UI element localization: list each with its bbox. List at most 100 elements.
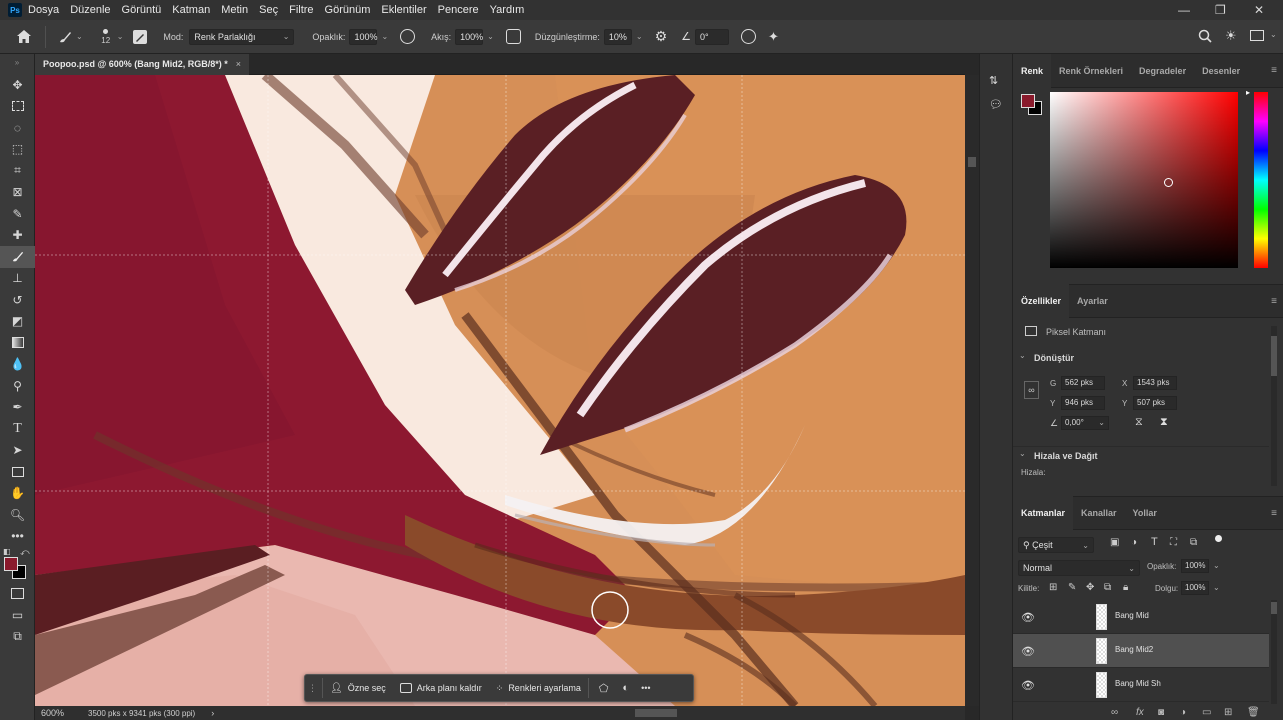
- healing-brush-tool-icon[interactable]: ✚: [0, 225, 35, 247]
- layer-name[interactable]: Bang Mid Sh: [1115, 679, 1161, 688]
- filter-type-icon[interactable]: T: [1151, 536, 1158, 548]
- tab-properties[interactable]: Özellikler: [1013, 284, 1070, 318]
- tab-swatches[interactable]: Renk Örnekleri: [1051, 54, 1131, 88]
- gradient-tool-icon[interactable]: [0, 332, 35, 354]
- select-subject-button[interactable]: 👤︎ Özne seç: [323, 677, 393, 699]
- menu-help[interactable]: Yardım: [490, 4, 525, 16]
- y-input[interactable]: 507 pks: [1133, 396, 1177, 410]
- mode-select[interactable]: Renk Parlaklığı ⌄: [189, 28, 295, 45]
- rectangle-tool-icon[interactable]: [0, 461, 35, 483]
- scrollbar-thumb[interactable]: [1271, 336, 1277, 376]
- gear-icon[interactable]: ⚙: [655, 28, 668, 45]
- default-colors-icon[interactable]: ◧: [3, 547, 11, 556]
- discover-icon[interactable]: ☀: [1225, 28, 1237, 44]
- lasso-tool-icon[interactable]: ◌: [0, 117, 35, 139]
- contextual-icon[interactable]: ⧉: [0, 626, 35, 648]
- eye-icon[interactable]: 👁︎: [1021, 679, 1035, 692]
- smoothing-input[interactable]: 10%: [603, 28, 632, 45]
- more-tools-icon[interactable]: •••: [0, 526, 35, 548]
- tab-channels[interactable]: Kanallar: [1073, 496, 1125, 530]
- delete-layer-icon[interactable]: 🗑︎: [1247, 707, 1260, 718]
- tab-patterns[interactable]: Desenler: [1194, 54, 1248, 88]
- tab-color[interactable]: Renk: [1013, 53, 1052, 88]
- scrollbar-thumb[interactable]: [968, 157, 976, 167]
- chevron-down-icon[interactable]: ⌄: [1019, 351, 1026, 360]
- home-icon[interactable]: [16, 29, 32, 45]
- panel-menu-icon[interactable]: ≡: [1271, 508, 1277, 519]
- tab-adjustments[interactable]: Ayarlar: [1069, 284, 1116, 318]
- filter-smart-object-icon[interactable]: ⧉: [1190, 537, 1197, 548]
- quick-mask-icon[interactable]: [0, 583, 35, 605]
- flow-input[interactable]: 100%: [455, 28, 483, 45]
- menu-plugins[interactable]: Eklentiler: [381, 4, 426, 16]
- eyedropper-tool-icon[interactable]: ✎: [0, 203, 35, 225]
- filter-adjustment-icon[interactable]: ◑: [1131, 537, 1137, 548]
- more-options-icon[interactable]: •••: [641, 683, 650, 693]
- opacity-input[interactable]: 100%: [349, 28, 377, 45]
- brush-preset-icon[interactable]: ⌄: [58, 30, 83, 44]
- pen-tool-icon[interactable]: ✒: [0, 397, 35, 419]
- clone-stamp-tool-icon[interactable]: ⊥: [0, 268, 35, 290]
- menu-select[interactable]: Seç: [259, 4, 278, 16]
- swap-colors-icon[interactable]: ⤺: [20, 547, 30, 558]
- foreground-color-swatch[interactable]: [4, 557, 18, 571]
- link-layers-icon[interactable]: ∞: [1111, 707, 1118, 718]
- menu-image[interactable]: Görüntü: [122, 4, 162, 16]
- filter-shape-icon[interactable]: ⛶: [1170, 537, 1177, 548]
- zoom-level[interactable]: 600%: [41, 708, 64, 718]
- lock-all-icon[interactable]: 🔒︎: [1123, 582, 1128, 593]
- document-tab[interactable]: Poopoo.psd @ 600% (Bang Mid2, RGB/8*) * …: [35, 53, 250, 75]
- new-group-icon[interactable]: ▭: [1202, 707, 1211, 718]
- new-layer-icon[interactable]: ⊞: [1224, 707, 1232, 718]
- foreground-color-swatch[interactable]: [1021, 94, 1035, 108]
- menu-filter[interactable]: Filtre: [289, 4, 313, 16]
- mask-icon[interactable]: ◐: [622, 682, 629, 694]
- horizontal-scrollbar[interactable]: [635, 709, 677, 717]
- status-menu-arrow[interactable]: ›: [211, 708, 214, 718]
- lock-position-icon[interactable]: ✥: [1086, 582, 1094, 593]
- vertical-scrollbar[interactable]: [965, 75, 979, 706]
- chevron-down-icon[interactable]: ⌄: [636, 32, 643, 41]
- properties-scrollbar[interactable]: [1271, 326, 1277, 486]
- angle-select[interactable]: 0,00° ⌄: [1061, 416, 1109, 430]
- comments-icon[interactable]: 💬︎: [989, 98, 1003, 111]
- lock-transparency-icon[interactable]: ⊞: [1049, 582, 1057, 593]
- history-icon[interactable]: ⇅: [989, 74, 1003, 87]
- eye-icon[interactable]: 👁︎: [1021, 645, 1035, 658]
- history-brush-tool-icon[interactable]: ↺: [0, 289, 35, 311]
- layer-style-icon[interactable]: fx: [1136, 707, 1144, 718]
- layer-filter-select[interactable]: ⚲ Çeşit ⌄: [1018, 537, 1094, 553]
- filter-toggle-icon[interactable]: [1215, 535, 1222, 542]
- chevron-down-icon[interactable]: ⌄: [1019, 449, 1026, 458]
- path-select-tool-icon[interactable]: ➤: [0, 440, 35, 462]
- scrollbar-thumb[interactable]: [1271, 602, 1277, 614]
- color-picker-cursor[interactable]: [1164, 178, 1173, 187]
- screen-mode-icon[interactable]: ▭: [0, 605, 35, 627]
- panel-menu-icon[interactable]: ≡: [1271, 296, 1277, 307]
- workspace-icon[interactable]: [1250, 30, 1264, 41]
- blend-mode-select[interactable]: Normal ⌄: [1018, 560, 1140, 576]
- lock-pixels-icon[interactable]: ✎: [1068, 582, 1076, 593]
- close-button[interactable]: ✕: [1254, 3, 1264, 17]
- adjust-colors-button[interactable]: ⁘ Renkleri ayarlama: [489, 677, 588, 699]
- flip-horizontal-icon[interactable]: ⧖: [1135, 416, 1143, 429]
- brush-size-picker[interactable]: 12: [97, 28, 115, 45]
- zoom-tool-icon[interactable]: 🔍︎: [0, 504, 35, 526]
- close-tab-icon[interactable]: ×: [236, 59, 241, 69]
- brush-tool-icon[interactable]: [0, 246, 35, 268]
- menu-file[interactable]: Dosya: [28, 4, 59, 16]
- tab-gradients[interactable]: Degradeler: [1131, 54, 1194, 88]
- hue-slider[interactable]: [1254, 92, 1268, 268]
- object-select-tool-icon[interactable]: ⬚: [0, 139, 35, 161]
- tab-paths[interactable]: Yollar: [1125, 496, 1165, 530]
- width-input[interactable]: 562 pks: [1061, 376, 1105, 390]
- toolbar-grip[interactable]: »: [0, 54, 34, 74]
- fill-input[interactable]: 100%: [1181, 581, 1209, 595]
- frame-tool-icon[interactable]: ⊠: [0, 182, 35, 204]
- move-tool-icon[interactable]: ✥: [0, 74, 35, 96]
- menu-type[interactable]: Metin: [221, 4, 248, 16]
- search-icon[interactable]: [1198, 29, 1212, 46]
- chevron-down-icon[interactable]: ⌄: [1213, 583, 1220, 592]
- chevron-down-icon[interactable]: ⌄: [1213, 561, 1220, 570]
- drag-handle-icon[interactable]: ⋮: [308, 683, 318, 694]
